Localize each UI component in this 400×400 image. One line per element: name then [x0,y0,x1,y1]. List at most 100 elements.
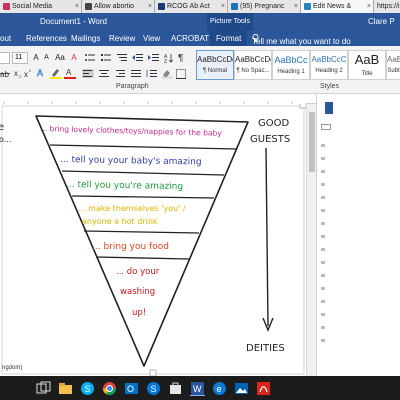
store-icon[interactable] [168,381,183,396]
superscript-icon[interactable]: x2 [24,68,34,78]
close-tab-icon[interactable]: × [367,0,371,13]
browser-tab[interactable]: (95) Pregnanc × [228,0,301,13]
align-center-icon[interactable] [98,69,110,78]
close-tab-icon[interactable]: × [221,0,225,13]
svg-text:O: O [127,384,134,394]
document-title: Document1 - Word [40,17,107,26]
grow-font-button[interactable]: A [31,52,41,64]
style-subtitle[interactable]: AaBbC Subt [386,50,400,80]
tier-4-text: anyone a hot drink [82,217,158,226]
align-right-icon[interactable] [114,69,126,78]
svg-text:S: S [85,384,91,394]
inverted-triangle-drawing[interactable]: e o... ... bring lovely clothes/toys/nap… [0,101,307,377]
font-color-icon[interactable]: A [64,67,76,79]
highlight-color-icon[interactable] [50,67,62,79]
vertical-scrollbar[interactable] [306,104,316,376]
browser-tab[interactable]: Social Media × [0,0,82,13]
status-language[interactable]: ngdom) [2,365,22,371]
pane-bullet [321,313,325,316]
align-left-icon[interactable] [82,69,94,78]
increase-indent-icon[interactable] [148,53,160,62]
edit-page-favicon-icon [304,3,311,10]
pane-bullet [321,196,325,199]
svg-text:A: A [66,68,72,77]
style-heading-2[interactable]: AaBbCcC Heading 2 [310,50,348,80]
tab-acrobat[interactable]: ACROBAT [171,34,209,43]
scroll-thumb[interactable] [309,112,315,172]
text-effects-icon[interactable]: A [36,67,48,79]
outlook-icon[interactable]: O [124,381,139,396]
tell-me-box[interactable]: Tell me what you want to do [252,34,351,46]
tab-layout[interactable]: out [0,34,11,43]
pane-bullet [321,326,325,329]
style-heading-1[interactable]: AaBbCc Heading 1 [272,50,310,80]
file-explorer-icon[interactable] [58,381,73,396]
close-tab-icon[interactable]: × [75,0,79,13]
style-no-spacing[interactable]: AaBbCcDc ¶ No Spac... [234,50,272,80]
justify-icon[interactable] [130,69,142,78]
deities-label: DEITIES [246,343,285,354]
pane-bullet [321,274,325,277]
word-app-icon[interactable]: W [190,381,205,396]
font-name-combo[interactable] [0,52,10,64]
shading-icon[interactable] [162,69,172,79]
browser-tab[interactable]: RCOG Ab Act × [155,0,228,13]
show-formatting-icon[interactable]: ¶ [178,52,186,62]
numbering-icon[interactable] [100,53,112,62]
ribbon: 11 A A Aa A AZ ¶ ab x2 x2 A A Paragraph … [0,46,400,94]
document-page[interactable]: e o... ... bring lovely clothes/toys/nap… [0,101,307,377]
borders-icon[interactable] [176,69,186,79]
skype-business-icon[interactable]: S [146,381,161,396]
change-case-button[interactable]: Aa [54,52,66,64]
close-tab-icon[interactable]: × [148,0,152,13]
decrease-indent-icon[interactable] [132,53,144,62]
tab-mailings[interactable]: Mailings [71,34,100,43]
close-tab-icon[interactable]: × [294,0,298,13]
multilevel-list-icon[interactable] [116,53,128,62]
style-normal[interactable]: AaBbCcDc ¶ Normal [196,50,234,80]
pane-bullet [321,183,325,186]
svg-text:¶: ¶ [178,53,183,62]
font-size-combo[interactable]: 11 [12,52,28,64]
sort-icon[interactable]: AZ [164,53,174,63]
bullets-icon[interactable] [84,53,96,62]
svg-text:ab: ab [0,70,9,78]
subscript-icon[interactable]: x2 [14,68,24,78]
svg-text:W: W [193,384,202,394]
svg-text:e: e [217,384,222,394]
browser-tab[interactable]: https://i.sta [374,0,400,13]
user-name[interactable]: Clare P [368,17,395,26]
acrobat-icon[interactable] [256,381,271,396]
tier-5-text: ... bring you food [92,242,169,252]
pane-bullet [321,235,325,238]
pane-bullet [321,287,325,290]
tier-6-text: washing [120,287,155,297]
ribbon-tabs: out References Mailings Review View ACRO… [0,31,400,46]
task-view-icon[interactable] [36,381,51,396]
pane-bullet [321,339,325,342]
photos-icon[interactable] [234,381,249,396]
picture-tools-label: Picture Tools [207,13,253,31]
tab-format[interactable]: Format [210,31,248,46]
clear-formatting-button[interactable]: A [68,52,80,64]
tab-review[interactable]: Review [109,34,135,43]
browser-tab-active[interactable]: Edit News & × [301,0,374,13]
browser-tab-strip: Social Media × Allow abortio × RCOG Ab A… [0,0,400,13]
good-label: GOOD [258,118,289,129]
style-title[interactable]: AaB Title [348,50,386,80]
pane-bullet [321,157,325,160]
shrink-font-button[interactable]: A [42,52,51,64]
tab-references[interactable]: References [26,34,67,43]
social-media-favicon-icon [3,3,10,10]
strikethrough-icon[interactable]: ab [0,68,12,78]
line-spacing-icon[interactable] [146,69,158,78]
chrome-icon[interactable] [102,381,117,396]
pane-title-fragment [325,102,333,114]
pane-bullet [321,170,325,173]
pane-control[interactable] [321,124,331,130]
skype-icon[interactable]: S [80,381,95,396]
tab-view[interactable]: View [143,34,160,43]
word-title-bar: Document1 - Word Picture Tools Clare P [0,13,400,31]
browser-tab[interactable]: Allow abortio × [82,0,155,13]
edge-icon[interactable]: e [212,381,227,396]
